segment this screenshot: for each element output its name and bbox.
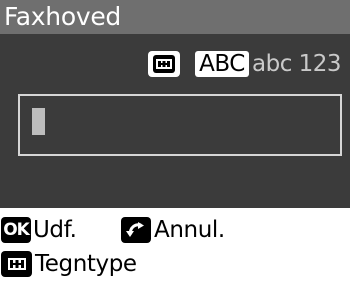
soft-key-row-1: OK Udf. Annul. bbox=[0, 214, 350, 246]
text-mode-key-label: Tegntype bbox=[35, 251, 137, 277]
ok-key-label: Udf. bbox=[33, 217, 77, 243]
input-mode-selected[interactable]: ABC bbox=[195, 51, 249, 77]
back-arrow-icon[interactable] bbox=[121, 217, 151, 243]
input-mode-selector[interactable]: ABC abc 123 bbox=[0, 48, 350, 80]
text-mode-icon bbox=[148, 51, 180, 77]
soft-key-legend: OK Udf. Annul. Tegntype bbox=[0, 208, 350, 282]
ok-key-icon[interactable]: OK bbox=[1, 217, 31, 243]
text-entry-panel: ABC abc 123 bbox=[0, 34, 350, 208]
text-cursor bbox=[32, 108, 45, 135]
text-mode-key-icon[interactable] bbox=[1, 251, 32, 277]
screen-title: Faxhoved bbox=[0, 0, 350, 34]
back-key-label: Annul. bbox=[154, 217, 225, 243]
soft-key-row-2: Tegntype bbox=[0, 248, 350, 280]
input-mode-options[interactable]: abc 123 bbox=[252, 49, 342, 79]
fax-header-input[interactable] bbox=[18, 94, 342, 156]
lcd-screen: Faxhoved ABC abc 123 OK Udf. Annul. Tegn… bbox=[0, 0, 350, 282]
